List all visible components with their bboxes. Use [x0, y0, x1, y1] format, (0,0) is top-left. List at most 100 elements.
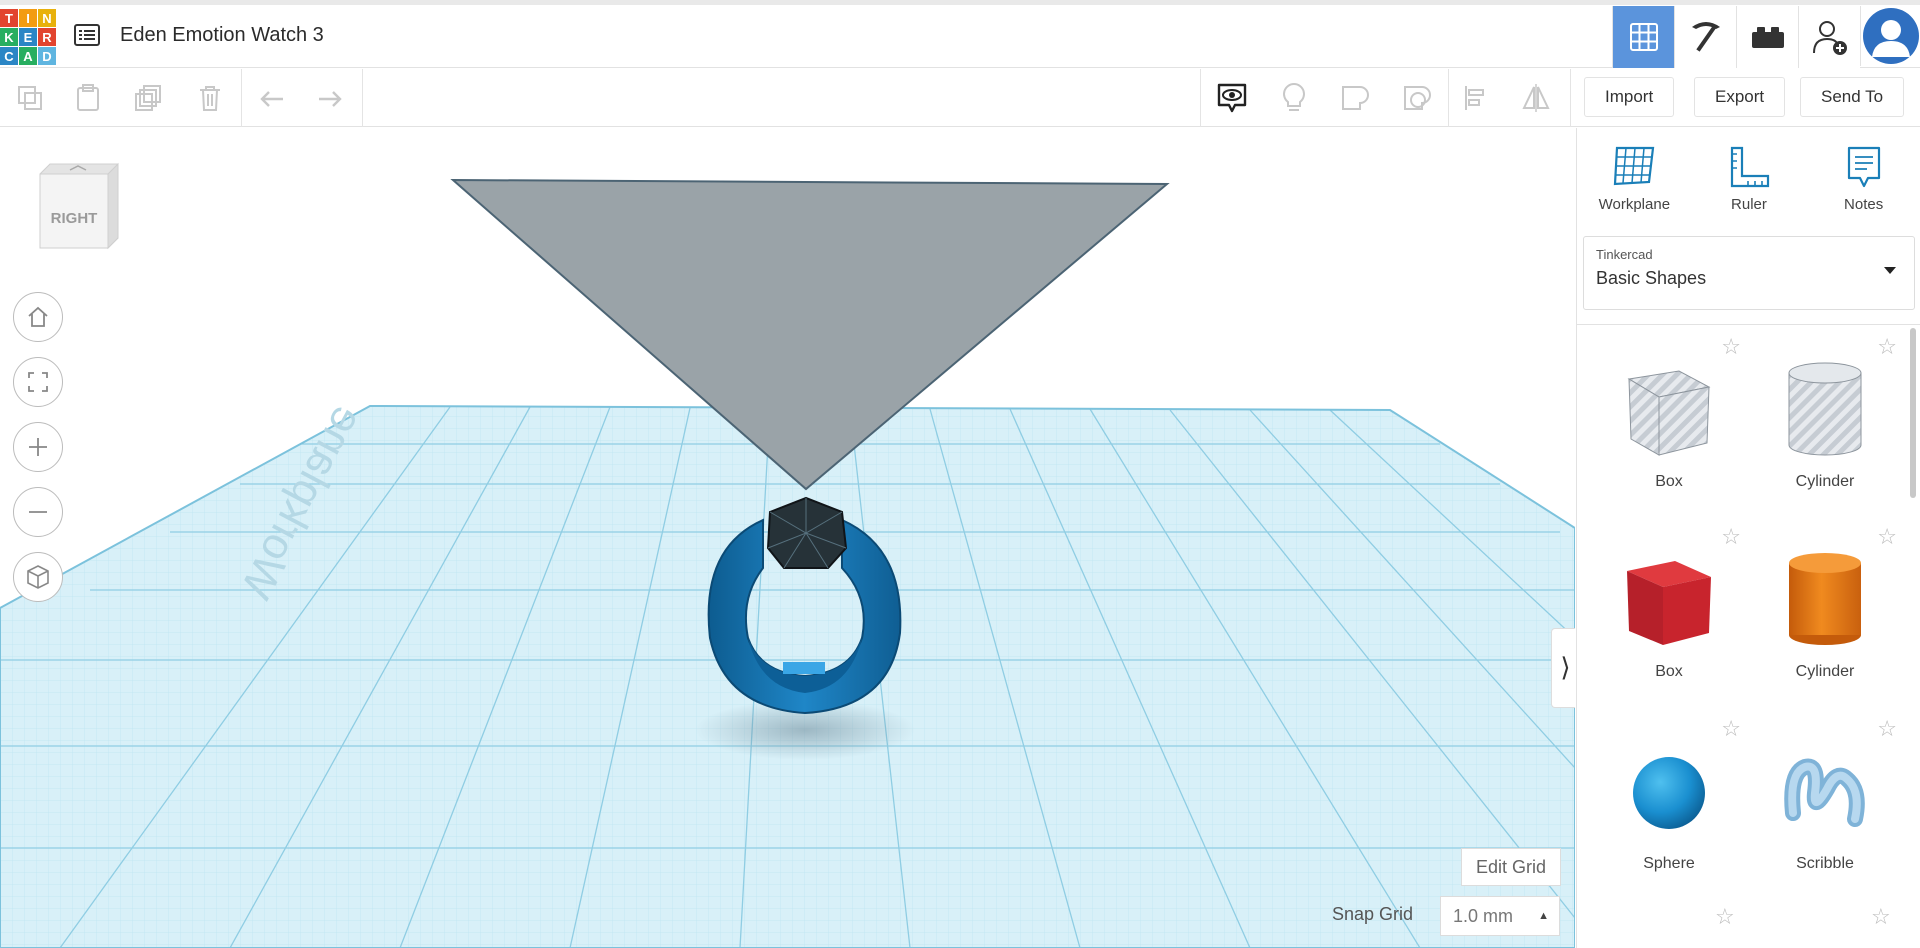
show-notes-button[interactable] [1210, 76, 1254, 120]
workplane-tool[interactable]: Workplane [1579, 128, 1689, 232]
shape-cylinder[interactable]: Cylinder ☆ [1747, 515, 1903, 705]
zoom-out-button[interactable] [13, 487, 63, 537]
toolbar-divider [1570, 69, 1571, 127]
design-list-button[interactable] [72, 20, 102, 50]
delete-button[interactable] [188, 76, 232, 120]
shape-scribble[interactable]: Scribble ☆ [1747, 707, 1903, 897]
workplane-icon [1614, 146, 1655, 186]
3d-viewport[interactable]: Workplane RIGHT Edit Grid Snap Grid 1.0 … [0, 128, 1575, 948]
duplicate-icon [135, 85, 161, 111]
add-user-icon [1812, 21, 1847, 55]
import-button[interactable]: Import [1584, 77, 1675, 117]
light-button[interactable] [1272, 76, 1316, 120]
view-cube-graphic [39, 162, 119, 250]
minecraft-view-button[interactable] [1674, 6, 1736, 68]
snap-grid-value: 1.0 mm [1453, 905, 1514, 926]
export-button[interactable]: Export [1694, 77, 1786, 117]
eye-speech-icon [1217, 83, 1247, 113]
toolbar-divider [362, 69, 363, 127]
home-icon [28, 306, 48, 327]
redo-icon [319, 91, 342, 107]
invite-button[interactable] [1798, 6, 1860, 68]
shape-hole-icon [1404, 86, 1431, 110]
trash-icon [200, 86, 220, 111]
notes-tool[interactable]: Notes [1809, 128, 1919, 232]
sphere-blue-icon [1619, 733, 1719, 843]
collapse-panel-button[interactable]: ⟩ [1551, 628, 1575, 708]
redo-button[interactable] [308, 76, 352, 120]
bricks-view-button[interactable] [1736, 6, 1798, 68]
snap-grid-select[interactable]: 1.0 mm ▲ [1440, 896, 1560, 936]
shape-box[interactable]: Box ☆ [1591, 515, 1747, 705]
send-to-button[interactable]: Send To [1800, 77, 1905, 117]
star-icon[interactable]: ☆ [1721, 525, 1741, 550]
ruler-tool[interactable]: Ruler [1694, 128, 1804, 232]
hole-shape-button[interactable] [1394, 76, 1438, 120]
caret-down-icon [1884, 267, 1896, 274]
caret-up-icon: ▲ [1538, 910, 1549, 922]
duplicate-button[interactable] [126, 76, 170, 120]
shape-sphere[interactable]: Sphere ☆ [1591, 707, 1747, 897]
user-avatar[interactable] [1860, 6, 1920, 66]
star-icon[interactable]: ☆ [1871, 905, 1891, 930]
shapes-panel: Workplane Ruler Notes Tinkercad Basic Sh… [1576, 128, 1920, 948]
workplane-scene[interactable]: Workplane [0, 128, 1575, 948]
star-icon[interactable]: ☆ [1721, 717, 1741, 742]
shape-label: Cylinder [1795, 473, 1855, 490]
watch-gem[interactable] [766, 496, 848, 569]
perspective-button[interactable] [13, 552, 63, 602]
logo-letter: N [38, 9, 56, 27]
toolbar-divider [1448, 69, 1449, 127]
shapes-scrollbar[interactable] [1910, 328, 1916, 498]
align-button[interactable] [1454, 76, 1498, 120]
shape-solid-icon [1342, 86, 1369, 110]
logo-letter: T [0, 9, 18, 27]
plus-icon [29, 438, 47, 456]
shape-grid: Box ☆ Cylinder ☆ Box ☆ Cylinder ☆ Sphere… [1577, 324, 1920, 948]
star-icon[interactable]: ☆ [1721, 335, 1741, 360]
star-icon[interactable]: ☆ [1877, 717, 1897, 742]
ruler-tool-label: Ruler [1731, 196, 1767, 213]
cylinder-orange-icon [1775, 541, 1875, 651]
copy-button[interactable] [8, 76, 52, 120]
solid-shape-button[interactable] [1332, 76, 1376, 120]
edit-grid-button[interactable]: Edit Grid [1460, 848, 1561, 886]
list-icon [74, 24, 100, 46]
cylinder-hole-icon [1775, 351, 1875, 461]
toolbar-divider [1200, 69, 1201, 127]
zoom-in-button[interactable] [13, 422, 63, 472]
star-icon[interactable]: ☆ [1715, 905, 1735, 930]
logo-letter: I [19, 9, 37, 27]
notes-icon [1847, 146, 1880, 188]
library-category: Tinkercad [1596, 247, 1653, 262]
brick-icon [1751, 27, 1784, 48]
view-cube[interactable]: RIGHT [36, 160, 120, 256]
3d-design-view-button[interactable] [1612, 6, 1674, 68]
shape-label: Box [1655, 663, 1683, 680]
logo-letter: A [19, 47, 37, 65]
shape-library-select[interactable]: Tinkercad Basic Shapes [1583, 236, 1915, 310]
home-view-button[interactable] [13, 292, 63, 342]
undo-button[interactable] [250, 76, 294, 120]
paste-button[interactable] [66, 76, 110, 120]
notes-tool-label: Notes [1844, 196, 1884, 213]
fit-view-button[interactable] [13, 357, 63, 407]
top-bar: T I N K E R C A D Eden Emotion Watch 3 [0, 0, 1920, 68]
mirror-icon [1522, 84, 1550, 112]
star-icon[interactable]: ☆ [1877, 335, 1897, 360]
shape-label: Box [1655, 473, 1683, 490]
copy-icon [18, 86, 42, 110]
shape-cylinder-hole[interactable]: Cylinder ☆ [1747, 325, 1903, 515]
ruler-icon [1730, 146, 1770, 188]
pickaxe-icon [1691, 22, 1720, 52]
shape-label: Sphere [1643, 855, 1695, 872]
shape-label: Scribble [1796, 855, 1854, 872]
mirror-button[interactable] [1514, 76, 1558, 120]
snap-grid-label: Snap Grid [1332, 904, 1414, 924]
panel-tools: Workplane Ruler Notes [1577, 128, 1920, 232]
tinkercad-logo[interactable]: T I N K E R C A D [0, 9, 56, 65]
star-icon[interactable]: ☆ [1877, 525, 1897, 550]
lightbulb-icon [1283, 82, 1305, 111]
shape-box-hole[interactable]: Box ☆ [1591, 325, 1747, 515]
design-title[interactable]: Eden Emotion Watch 3 [120, 24, 324, 47]
